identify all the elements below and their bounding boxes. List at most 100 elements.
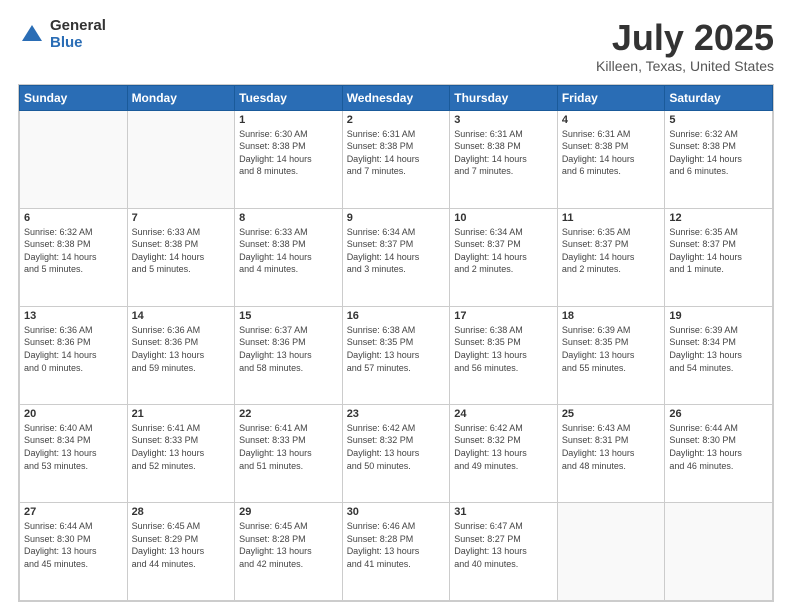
calendar-cell: 24 Sunrise: 6:42 AM Sunset: 8:32 PM Dayli…: [450, 404, 558, 502]
calendar: SundayMondayTuesdayWednesdayThursdayFrid…: [18, 84, 774, 602]
day-number: 24: [454, 408, 553, 420]
day-number: 28: [132, 506, 231, 518]
weekday-header: Tuesday: [235, 85, 343, 110]
day-number: 26: [669, 408, 768, 420]
weekday-header: Sunday: [20, 85, 128, 110]
day-number: 6: [24, 212, 123, 224]
day-info: Sunrise: 6:31 AM Sunset: 8:38 PM Dayligh…: [562, 128, 661, 178]
calendar-cell: 18Sunrise: 6:39 AM Sunset: 8:35 PM Dayli…: [557, 306, 665, 404]
day-number: 23: [347, 408, 446, 420]
logo-general: General: [50, 18, 106, 35]
day-number: 12: [669, 212, 768, 224]
calendar-cell: 10 Sunrise: 6:34 AM Sunset: 8:37 PM Dayli…: [450, 208, 558, 306]
day-info: Sunrise: 6:42 AM Sunset: 8:32 PM Dayligh…: [454, 422, 553, 472]
day-info: Sunrise: 6:44 AM Sunset: 8:30 PM Dayligh…: [669, 422, 768, 472]
day-info: Sunrise: 6:36 AM Sunset: 8:36 PM Dayligh…: [132, 324, 231, 374]
calendar-cell: 27 Sunrise: 6:44 AM Sunset: 8:30 PM Dayli…: [20, 502, 128, 600]
day-info: Sunrise: 6:46 AM Sunset: 8:28 PM Dayligh…: [347, 520, 446, 570]
day-info: Sunrise: 6:31 AM Sunset: 8:38 PM Dayligh…: [454, 128, 553, 178]
calendar-cell: 31Sunrise: 6:47 AM Sunset: 8:27 PM Dayli…: [450, 502, 558, 600]
day-number: 22: [239, 408, 338, 420]
day-info: Sunrise: 6:44 AM Sunset: 8:30 PM Dayligh…: [24, 520, 123, 570]
day-number: 7: [132, 212, 231, 224]
day-number: 29: [239, 506, 338, 518]
weekday-header: Thursday: [450, 85, 558, 110]
calendar-cell: 26 Sunrise: 6:44 AM Sunset: 8:30 PM Dayli…: [665, 404, 773, 502]
day-number: 11: [562, 212, 661, 224]
day-number: 16: [347, 310, 446, 322]
day-info: Sunrise: 6:34 AM Sunset: 8:37 PM Dayligh…: [454, 226, 553, 276]
month-title: July 2025: [596, 18, 774, 58]
calendar-cell: 25 Sunrise: 6:43 AM Sunset: 8:31 PM Dayli…: [557, 404, 665, 502]
day-number: 9: [347, 212, 446, 224]
calendar-cell: 3 Sunrise: 6:31 AM Sunset: 8:38 PM Daylig…: [450, 110, 558, 208]
day-info: Sunrise: 6:41 AM Sunset: 8:33 PM Dayligh…: [239, 422, 338, 472]
calendar-cell: 21 Sunrise: 6:41 AM Sunset: 8:33 PM Dayli…: [127, 404, 235, 502]
day-info: Sunrise: 6:32 AM Sunset: 8:38 PM Dayligh…: [669, 128, 768, 178]
day-info: Sunrise: 6:31 AM Sunset: 8:38 PM Dayligh…: [347, 128, 446, 178]
calendar-cell: 9 Sunrise: 6:34 AM Sunset: 8:37 PM Daylig…: [342, 208, 450, 306]
calendar-week: 6Sunrise: 6:32 AM Sunset: 8:38 PM Daylig…: [20, 208, 773, 306]
weekday-header: Wednesday: [342, 85, 450, 110]
day-info: Sunrise: 6:36 AM Sunset: 8:36 PM Dayligh…: [24, 324, 123, 374]
day-number: 8: [239, 212, 338, 224]
day-number: 31: [454, 506, 553, 518]
calendar-cell: 30 Sunrise: 6:46 AM Sunset: 8:28 PM Dayli…: [342, 502, 450, 600]
calendar-cell: 1 Sunrise: 6:30 AM Sunset: 8:38 PM Daylig…: [235, 110, 343, 208]
day-info: Sunrise: 6:30 AM Sunset: 8:38 PM Dayligh…: [239, 128, 338, 178]
day-number: 1: [239, 114, 338, 126]
day-number: 5: [669, 114, 768, 126]
calendar-header: SundayMondayTuesdayWednesdayThursdayFrid…: [20, 85, 773, 110]
day-number: 2: [347, 114, 446, 126]
day-info: Sunrise: 6:40 AM Sunset: 8:34 PM Dayligh…: [24, 422, 123, 472]
logo-icon: [18, 21, 46, 49]
weekday-header: Saturday: [665, 85, 773, 110]
day-info: Sunrise: 6:39 AM Sunset: 8:35 PM Dayligh…: [562, 324, 661, 374]
calendar-cell: 20 Sunrise: 6:40 AM Sunset: 8:34 PM Dayli…: [20, 404, 128, 502]
day-number: 15: [239, 310, 338, 322]
calendar-cell: [127, 110, 235, 208]
calendar-cell: 13 Sunrise: 6:36 AM Sunset: 8:36 PM Dayli…: [20, 306, 128, 404]
day-number: 13: [24, 310, 123, 322]
calendar-week: 27 Sunrise: 6:44 AM Sunset: 8:30 PM Dayli…: [20, 502, 773, 600]
calendar-cell: 6Sunrise: 6:32 AM Sunset: 8:38 PM Daylig…: [20, 208, 128, 306]
day-number: 20: [24, 408, 123, 420]
day-number: 10: [454, 212, 553, 224]
logo-blue: Blue: [50, 35, 106, 52]
calendar-cell: 7Sunrise: 6:33 AM Sunset: 8:38 PM Daylig…: [127, 208, 235, 306]
day-info: Sunrise: 6:41 AM Sunset: 8:33 PM Dayligh…: [132, 422, 231, 472]
day-info: Sunrise: 6:37 AM Sunset: 8:36 PM Dayligh…: [239, 324, 338, 374]
calendar-cell: 5 Sunrise: 6:32 AM Sunset: 8:38 PM Daylig…: [665, 110, 773, 208]
day-info: Sunrise: 6:34 AM Sunset: 8:37 PM Dayligh…: [347, 226, 446, 276]
calendar-cell: 29Sunrise: 6:45 AM Sunset: 8:28 PM Dayli…: [235, 502, 343, 600]
weekday-header: Friday: [557, 85, 665, 110]
logo: General Blue: [18, 18, 106, 51]
day-number: 19: [669, 310, 768, 322]
calendar-week: 13 Sunrise: 6:36 AM Sunset: 8:36 PM Dayli…: [20, 306, 773, 404]
day-info: Sunrise: 6:38 AM Sunset: 8:35 PM Dayligh…: [454, 324, 553, 374]
weekday-row: SundayMondayTuesdayWednesdayThursdayFrid…: [20, 85, 773, 110]
calendar-cell: 28Sunrise: 6:45 AM Sunset: 8:29 PM Dayli…: [127, 502, 235, 600]
day-number: 27: [24, 506, 123, 518]
day-number: 4: [562, 114, 661, 126]
day-number: 21: [132, 408, 231, 420]
calendar-week: 20 Sunrise: 6:40 AM Sunset: 8:34 PM Dayli…: [20, 404, 773, 502]
day-info: Sunrise: 6:39 AM Sunset: 8:34 PM Dayligh…: [669, 324, 768, 374]
calendar-cell: [665, 502, 773, 600]
calendar-cell: 15 Sunrise: 6:37 AM Sunset: 8:36 PM Dayli…: [235, 306, 343, 404]
calendar-cell: 8 Sunrise: 6:33 AM Sunset: 8:38 PM Daylig…: [235, 208, 343, 306]
calendar-cell: 11Sunrise: 6:35 AM Sunset: 8:37 PM Dayli…: [557, 208, 665, 306]
day-info: Sunrise: 6:35 AM Sunset: 8:37 PM Dayligh…: [669, 226, 768, 276]
calendar-cell: 23Sunrise: 6:42 AM Sunset: 8:32 PM Dayli…: [342, 404, 450, 502]
calendar-body: 1 Sunrise: 6:30 AM Sunset: 8:38 PM Daylig…: [20, 110, 773, 600]
day-number: 25: [562, 408, 661, 420]
day-info: Sunrise: 6:33 AM Sunset: 8:38 PM Dayligh…: [239, 226, 338, 276]
weekday-header: Monday: [127, 85, 235, 110]
day-info: Sunrise: 6:43 AM Sunset: 8:31 PM Dayligh…: [562, 422, 661, 472]
location: Killeen, Texas, United States: [596, 58, 774, 74]
day-number: 30: [347, 506, 446, 518]
calendar-cell: 2 Sunrise: 6:31 AM Sunset: 8:38 PM Daylig…: [342, 110, 450, 208]
day-info: Sunrise: 6:38 AM Sunset: 8:35 PM Dayligh…: [347, 324, 446, 374]
page: General Blue July 2025 Killeen, Texas, U…: [0, 0, 792, 612]
day-number: 3: [454, 114, 553, 126]
